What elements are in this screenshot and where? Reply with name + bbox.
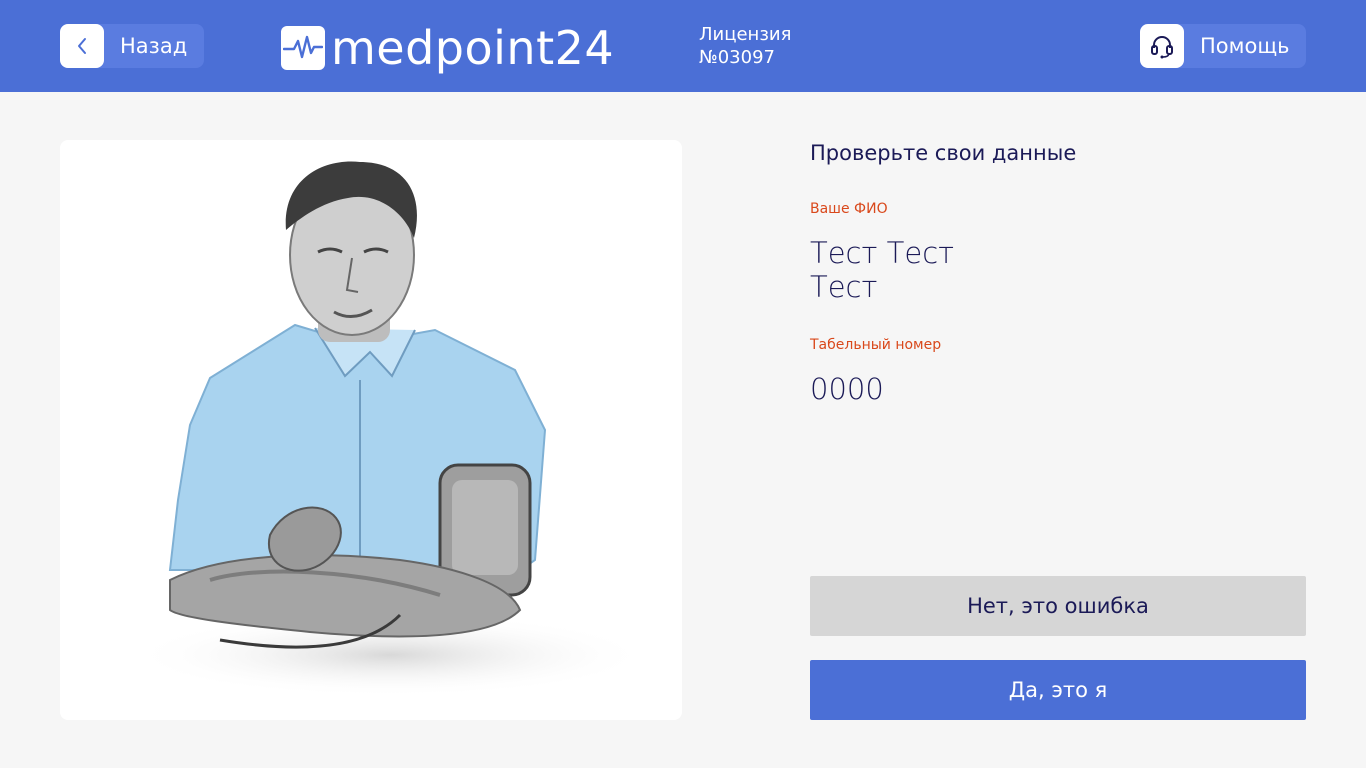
profile-photo (60, 140, 682, 720)
help-button-label: Помощь (1200, 34, 1290, 58)
confirm-button[interactable]: Да, это я (810, 660, 1306, 720)
full-name-line-2: Тест (810, 270, 878, 304)
chevron-left-icon (60, 24, 104, 68)
license-number: №03097 (699, 47, 775, 68)
logo: medpoint24 (281, 22, 614, 74)
page-title: Проверьте свои данные (810, 141, 1077, 165)
top-bar: Назад medpoint24 Лицензия №03097 Помощь (0, 0, 1366, 92)
full-name-value: Тест Тест Тест (810, 236, 954, 304)
reject-button[interactable]: Нет, это ошибка (810, 576, 1306, 636)
license-title: Лицензия (699, 24, 792, 45)
full-name-line-1: Тест Тест (810, 236, 955, 270)
man-blood-pressure-illustration (130, 161, 650, 697)
heartbeat-icon (281, 26, 325, 70)
help-button[interactable]: Помощь (1140, 24, 1306, 68)
headset-icon (1140, 24, 1184, 68)
employee-id-label: Табельный номер (810, 337, 942, 353)
back-button-label: Назад (120, 34, 188, 58)
logo-text: medpoint24 (331, 21, 615, 75)
license-info: Лицензия №03097 (699, 23, 791, 69)
employee-id-value: 0000 (810, 372, 884, 406)
back-button[interactable]: Назад (60, 24, 204, 68)
full-name-label: Ваше ФИО (810, 201, 888, 217)
